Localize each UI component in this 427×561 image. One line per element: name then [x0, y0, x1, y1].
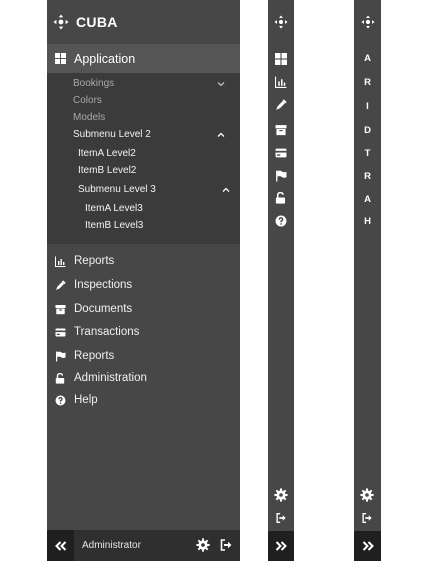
help-label: Help	[74, 394, 98, 406]
submenu-level-3[interactable]: Submenu Level 3	[78, 182, 233, 198]
sidebar-collapsed-letters: A R I D T R A H	[354, 0, 381, 561]
menu-item-transactions[interactable]: Transactions	[47, 322, 240, 342]
cuba-logo-icon	[53, 14, 69, 30]
bookings-label: Bookings	[73, 78, 115, 89]
archive-icon	[55, 304, 66, 314]
submenu-level-2[interactable]: Submenu Level 2	[73, 127, 233, 143]
menu-item-inspections[interactable]: Inspections	[47, 275, 240, 295]
brand-name: CUBA	[76, 14, 118, 30]
bar-chart-icon[interactable]	[275, 76, 287, 88]
unlock-icon[interactable]	[275, 192, 287, 204]
logout-icon[interactable]	[361, 512, 373, 524]
question-icon	[55, 395, 66, 405]
menu-letter-reports[interactable]: R	[354, 77, 381, 88]
submenu-level-2-label: Submenu Level 2	[73, 129, 151, 140]
menu-item-documents[interactable]: Documents	[47, 299, 240, 319]
submenu-level-3-label: Submenu Level 3	[78, 184, 156, 195]
double-chevron-right-icon	[275, 541, 287, 551]
cuba-logo-icon	[274, 15, 288, 29]
cuba-logo-icon	[360, 15, 375, 29]
logout-icon[interactable]	[219, 538, 233, 552]
unlock-icon	[55, 372, 65, 384]
double-chevron-right-icon	[362, 541, 374, 551]
bar-chart-icon	[55, 256, 66, 267]
submenu-item-itemb-level2[interactable]: ItemB Level2	[78, 163, 136, 179]
menu-letter-reports-2[interactable]: R	[354, 171, 381, 182]
eyedropper-icon[interactable]	[275, 99, 287, 111]
flag-icon	[56, 351, 66, 361]
menu-item-reports-2[interactable]: Reports	[47, 346, 240, 366]
transactions-label: Transactions	[74, 326, 140, 338]
grid-icon	[55, 53, 66, 64]
menu-item-application[interactable]: Application	[47, 44, 240, 73]
menu-letter-documents[interactable]: D	[354, 125, 381, 136]
menu-item-administration[interactable]: Administration	[47, 368, 240, 388]
reports-label: Reports	[74, 255, 115, 267]
administration-label: Administration	[74, 372, 147, 384]
menu-letter-administration[interactable]: A	[354, 194, 381, 205]
expand-sidebar-button[interactable]	[268, 531, 294, 561]
grid-icon[interactable]	[275, 53, 287, 65]
flag-icon[interactable]	[275, 170, 287, 182]
menu-letter-transactions[interactable]: T	[354, 148, 381, 159]
brand[interactable]: CUBA	[53, 8, 118, 36]
gear-icon[interactable]	[360, 488, 374, 502]
submenu-item-colors[interactable]: Colors	[73, 93, 102, 109]
sidebar-footer: Administrator	[47, 530, 240, 561]
logout-icon[interactable]	[275, 512, 287, 524]
chevron-up-icon	[222, 187, 230, 192]
inspections-label: Inspections	[74, 279, 133, 291]
submenu-item-itemb-level3[interactable]: ItemB Level3	[85, 218, 143, 234]
menu-letter-application[interactable]: A	[354, 53, 381, 64]
application-label: Application	[74, 51, 136, 66]
brand-collapsed-letters[interactable]	[354, 8, 381, 36]
collapse-sidebar-button[interactable]	[47, 530, 74, 561]
menu-letter-help[interactable]: H	[354, 216, 381, 227]
gear-icon[interactable]	[274, 488, 288, 502]
credit-card-icon	[55, 328, 66, 336]
chevron-down-icon	[217, 82, 225, 87]
double-chevron-left-icon	[54, 540, 66, 551]
eyedropper-icon	[56, 279, 66, 290]
expand-sidebar-button[interactable]	[354, 531, 381, 561]
menu-item-help[interactable]: Help	[47, 390, 240, 410]
submenu-item-models[interactable]: Models	[73, 110, 105, 126]
reports-2-label: Reports	[74, 350, 115, 362]
user-name[interactable]: Administrator	[82, 530, 141, 561]
archive-icon[interactable]	[275, 124, 287, 136]
documents-label: Documents	[74, 303, 133, 315]
submenu-item-itema-level2[interactable]: ItemA Level2	[78, 146, 136, 162]
sidebar-expanded: CUBA Application Bookings Colors Models …	[47, 0, 240, 561]
brand-collapsed[interactable]	[268, 8, 294, 36]
credit-card-icon[interactable]	[275, 147, 287, 159]
submenu-item-itema-level3[interactable]: ItemA Level3	[85, 201, 143, 217]
application-menu: Application Bookings Colors Models Subme…	[47, 44, 240, 244]
menu-item-reports[interactable]: Reports	[47, 251, 240, 271]
submenu-item-bookings[interactable]: Bookings	[73, 76, 233, 92]
gear-icon[interactable]	[196, 538, 210, 552]
chevron-up-icon	[217, 132, 225, 137]
sidebar-collapsed-icons	[268, 0, 294, 561]
menu-letter-inspections[interactable]: I	[354, 101, 381, 112]
question-icon[interactable]	[275, 215, 287, 227]
